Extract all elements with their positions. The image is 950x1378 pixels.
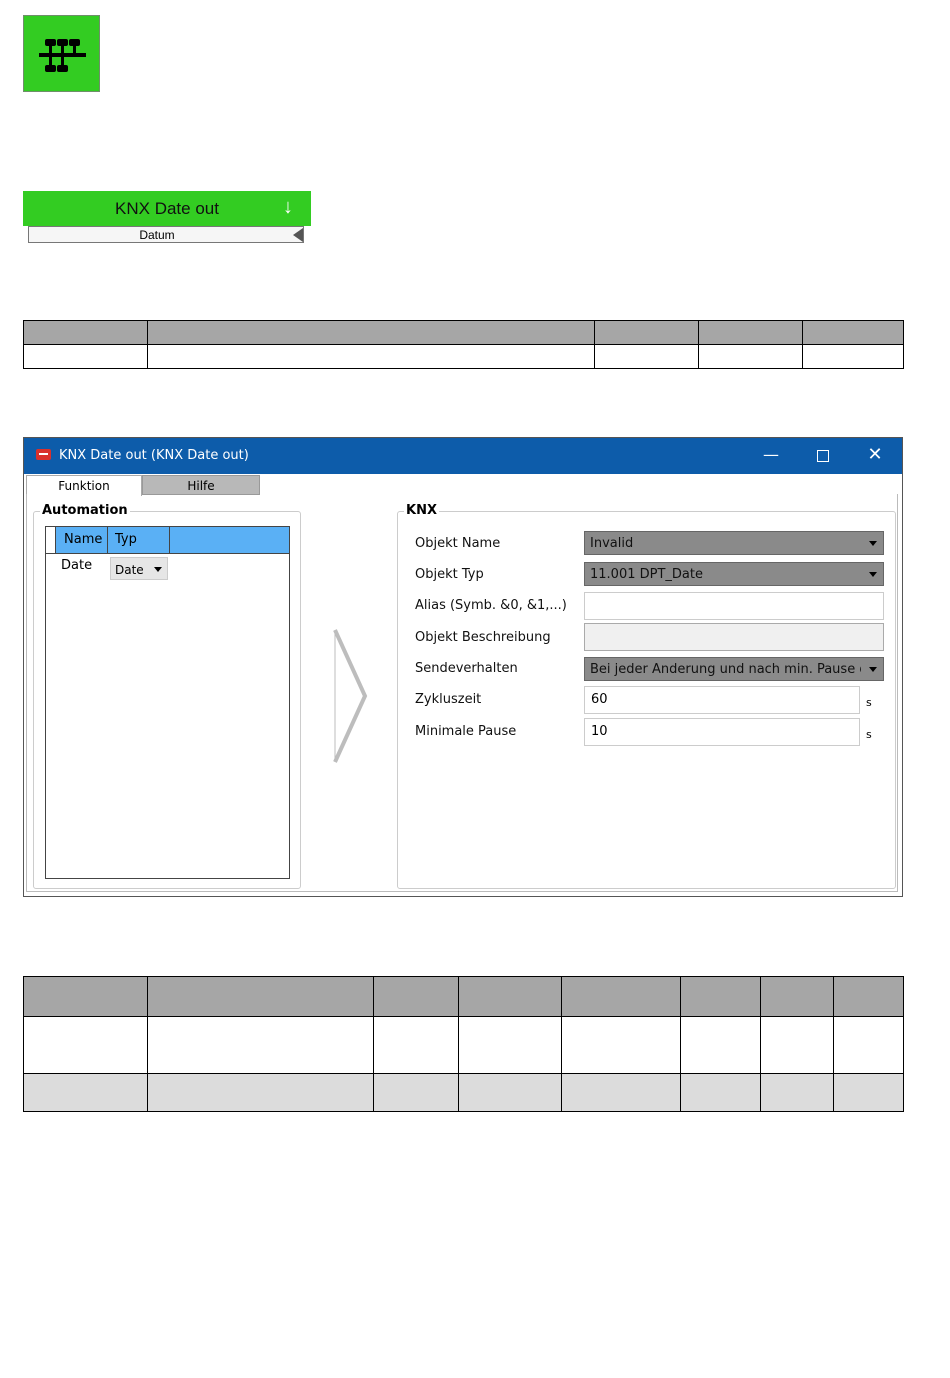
zykluszeit-value: 60	[591, 692, 608, 707]
table-header-row	[23, 320, 904, 345]
chevron-down-icon	[869, 541, 877, 546]
network-bus-icon	[23, 15, 100, 92]
minimale-pause-label: Minimale Pause	[415, 724, 517, 739]
chevron-down-icon	[869, 572, 877, 577]
parameter-table	[23, 976, 904, 1112]
column-header-name[interactable]: Name	[64, 532, 102, 547]
sendeverhalten-select[interactable]: Bei jeder Änderung und nach min. Pause o…	[584, 657, 884, 681]
network-bus-glyph	[39, 39, 86, 72]
tab-hilfe[interactable]: Hilfe	[142, 475, 260, 495]
minimale-pause-input[interactable]: 10	[584, 718, 860, 746]
zykluszeit-label: Zykluszeit	[415, 692, 482, 707]
automation-list[interactable]: Name Typ Date Date	[45, 526, 290, 879]
sendeverhalten-label: Sendeverhalten	[415, 661, 518, 676]
input-port-label: Datum	[139, 228, 175, 242]
column-header-typ[interactable]: Typ	[115, 532, 137, 547]
objekt-name-label: Objekt Name	[415, 536, 501, 551]
block-title: KNX Date out	[115, 199, 219, 218]
automation-label: Automation	[40, 503, 130, 518]
knx-group: KNX Objekt Name Invalid Objekt Typ 11.00…	[397, 503, 896, 889]
alias-input[interactable]	[584, 592, 884, 620]
io-table	[23, 320, 904, 369]
objekt-typ-label: Objekt Typ	[415, 567, 484, 582]
alias-label: Alias (Symb. &0, &1,...)	[415, 598, 567, 613]
column-separator	[169, 527, 170, 553]
objekt-name-select[interactable]: Invalid	[584, 531, 884, 555]
table-header-row	[23, 976, 904, 1017]
table-row	[23, 1016, 904, 1074]
row-type-value: Date	[115, 563, 144, 577]
automation-group: Automation Name Typ Date Date	[33, 503, 301, 889]
maximize-button[interactable]	[808, 444, 838, 466]
knx-label: KNX	[404, 503, 439, 518]
maximize-icon	[817, 449, 829, 462]
dialog-title-bar[interactable]: KNX Date out (KNX Date out) — ✕	[24, 438, 902, 474]
sendeverhalten-value: Bei jeder Änderung und nach min. Pause o…	[590, 662, 861, 677]
list-header: Name Typ	[46, 527, 289, 554]
properties-dialog: KNX Date out (KNX Date out) — ✕ Funktion…	[23, 437, 903, 897]
objekt-typ-value: 11.001 DPT_Date	[590, 567, 703, 582]
flow-arrow-icon	[333, 629, 368, 763]
close-button[interactable]: ✕	[860, 444, 890, 466]
row-header-gutter	[46, 527, 56, 553]
table-row	[23, 1073, 904, 1112]
column-separator	[107, 527, 108, 553]
row-name-cell[interactable]: Date	[61, 558, 92, 573]
minimale-pause-unit: s	[866, 728, 872, 741]
down-arrow-icon: ↓	[283, 196, 293, 218]
minimize-button[interactable]: —	[756, 444, 786, 466]
row-type-dropdown[interactable]: Date	[110, 557, 168, 580]
dialog-title: KNX Date out (KNX Date out)	[59, 448, 249, 463]
objekt-typ-select[interactable]: 11.001 DPT_Date	[584, 562, 884, 586]
app-icon	[36, 449, 51, 460]
zykluszeit-input[interactable]: 60	[584, 686, 860, 714]
tab-funktion[interactable]: Funktion	[26, 475, 142, 496]
beschreibung-label: Objekt Beschreibung	[415, 630, 551, 645]
beschreibung-input[interactable]	[584, 623, 884, 651]
objekt-name-value: Invalid	[590, 536, 634, 551]
minimale-pause-value: 10	[591, 724, 608, 739]
chevron-down-icon	[154, 567, 162, 572]
port-triangle-icon	[293, 228, 303, 242]
chevron-down-icon	[869, 667, 877, 672]
knx-date-out-block[interactable]: KNX Date out ↓	[23, 191, 311, 226]
zykluszeit-unit: s	[866, 696, 872, 709]
table-row	[23, 344, 904, 369]
input-port-datum[interactable]: Datum	[28, 226, 304, 243]
